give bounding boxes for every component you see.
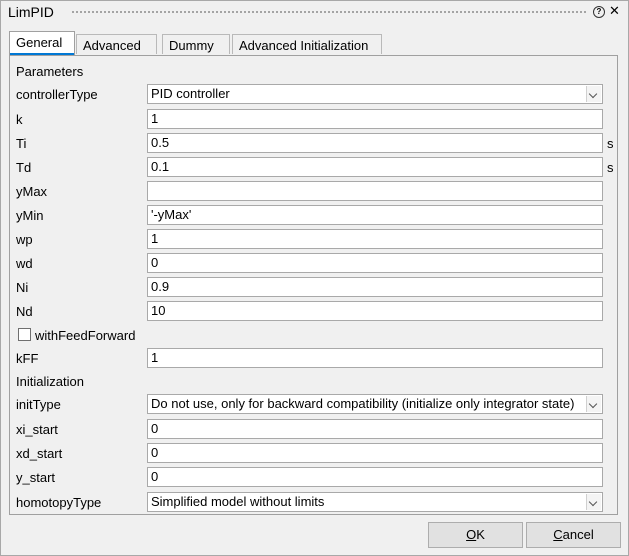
label-yMin: yMin: [16, 208, 44, 223]
tab-dummy[interactable]: Dummy: [162, 34, 230, 54]
section-initialization: Initialization: [16, 374, 84, 389]
withFeedForward-checkbox[interactable]: [18, 328, 31, 341]
title-bar[interactable]: LimPID ? ✕: [1, 1, 628, 23]
xi_start-field[interactable]: 0: [147, 419, 603, 439]
xd_start-field[interactable]: 0: [147, 443, 603, 463]
label-controllerType: controllerType: [16, 87, 98, 102]
Ni-field[interactable]: 0.9: [147, 277, 603, 297]
initType-select[interactable]: Do not use, only for backward compatibil…: [147, 394, 603, 414]
ok-mnemonic: O: [466, 527, 477, 542]
label-initType: initType: [16, 397, 61, 412]
wp-field[interactable]: 1: [147, 229, 603, 249]
label-Ni: Ni: [16, 280, 29, 295]
label-wp: wp: [16, 232, 33, 247]
Td-field[interactable]: 0.1: [147, 157, 603, 177]
label-kFF: kFF: [16, 351, 39, 366]
Ti-unit: s: [607, 136, 614, 151]
tab-advanced-initialization[interactable]: Advanced Initialization: [232, 34, 382, 54]
Td-unit: s: [607, 160, 614, 175]
close-icon[interactable]: ✕: [609, 4, 620, 18]
label-homotopyType: homotopyType: [16, 495, 102, 510]
tab-advanced[interactable]: Advanced: [76, 34, 157, 54]
label-Nd: Nd: [16, 304, 33, 319]
cancel-button[interactable]: Cancel: [526, 522, 621, 548]
chevron-down-icon[interactable]: [586, 396, 601, 412]
label-xi_start: xi_start: [16, 422, 58, 437]
controllerType-value: PID controller: [151, 86, 230, 101]
chevron-down-icon[interactable]: [586, 494, 601, 510]
kFF-field[interactable]: 1: [147, 348, 603, 368]
drag-grip[interactable]: [71, 10, 586, 14]
label-k: k: [16, 112, 23, 127]
homotopyType-value: Simplified model without limits: [151, 494, 325, 509]
yMax-field[interactable]: [147, 181, 603, 201]
k-field[interactable]: 1: [147, 109, 603, 129]
Ti-field[interactable]: 0.5: [147, 133, 603, 153]
initType-value: Do not use, only for backward compatibil…: [151, 396, 575, 411]
yMin-field[interactable]: '-yMax': [147, 205, 603, 225]
label-y_start: y_start: [16, 470, 56, 485]
label-withFeedForward: withFeedForward: [35, 328, 136, 343]
y_start-field[interactable]: 0: [147, 467, 603, 487]
cancel-mnemonic: C: [553, 527, 563, 542]
label-wd: wd: [16, 256, 33, 271]
help-icon[interactable]: ?: [593, 6, 605, 18]
window-title: LimPID: [8, 4, 54, 20]
wd-field[interactable]: 0: [147, 253, 603, 273]
label-xd_start: xd_start: [16, 446, 63, 461]
ok-label-rest: K: [476, 527, 485, 542]
section-parameters: Parameters: [16, 64, 84, 79]
ok-button[interactable]: OK: [428, 522, 523, 548]
controllerType-select[interactable]: PID controller: [147, 84, 603, 104]
label-Td: Td: [16, 160, 32, 175]
label-yMax: yMax: [16, 184, 48, 199]
label-Ti: Ti: [16, 136, 27, 151]
dialog-window: LimPID ? ✕ General Advanced Dummy Advanc…: [0, 0, 629, 556]
cancel-label-rest: ancel: [562, 527, 594, 542]
homotopyType-select[interactable]: Simplified model without limits: [147, 492, 603, 512]
chevron-down-icon[interactable]: [586, 86, 601, 102]
tab-general[interactable]: General: [9, 31, 75, 55]
Nd-field[interactable]: 10: [147, 301, 603, 321]
